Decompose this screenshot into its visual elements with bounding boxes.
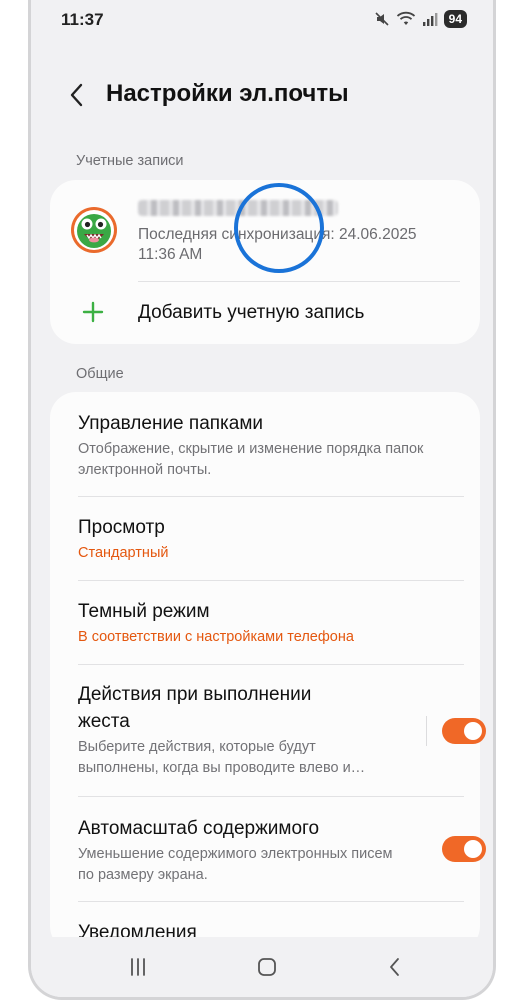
setting-subtitle: Отображение, скрытие и изменение порядка… [78,441,424,478]
page-title: Настройки эл.почты [106,80,349,107]
phone-screen: 11:37 94 Настройки эл.почты Учетные запи… [28,0,496,1000]
toggle-knob [464,840,482,858]
auto-fit-item[interactable]: Автомасштаб содержимого Уменьшение содер… [50,797,486,901]
status-icons: 94 [374,10,467,28]
back-icon[interactable] [381,953,409,981]
app-header: Настройки эл.почты [31,70,493,120]
swipe-actions-item[interactable]: Действия при выполнении жеста Выберите д… [50,665,486,797]
battery-icon: 94 [443,10,467,28]
plus-icon [82,301,104,323]
add-account-label: Добавить учетную запись [138,302,365,323]
dark-mode-item[interactable]: Темный режим В соответствии с настройкам… [50,581,480,665]
general-card: Управление папками Отображение, скрытие … [50,392,486,952]
vertical-separator [426,716,427,746]
setting-value: В соответствии с настройками телефона [78,629,354,645]
chevron-left-icon[interactable] [63,80,93,110]
navigation-bar [31,937,493,997]
home-icon[interactable] [253,953,281,981]
setting-value: Стандартный [78,545,169,561]
wifi-icon [396,11,416,27]
setting-title: Просмотр [78,517,165,538]
setting-title: Управление папками [78,413,264,434]
toggle-knob [464,722,482,740]
folder-management-item[interactable]: Управление папками Отображение, скрытие … [50,392,480,496]
general-section-label: Общие [76,366,124,382]
auto-fit-toggle[interactable] [442,836,486,862]
accounts-card: ██████████████ Последняя синхронизация: … [50,180,480,344]
setting-title: Действия при выполнении жеста [78,684,312,732]
add-account-button[interactable]: Добавить учетную запись [50,282,480,344]
avatar [70,206,118,254]
view-item[interactable]: Просмотр Стандартный [50,497,480,581]
status-bar: 11:37 94 [31,0,493,40]
accounts-section-label: Учетные записи [76,153,184,169]
signal-icon [422,11,438,27]
setting-subtitle: Уменьшение содержимого электронных писем… [78,846,393,883]
setting-subtitle: Выберите действия, которые будут выполне… [78,739,366,776]
setting-title: Автомасштаб содержимого [78,818,320,839]
setting-title: Темный режим [78,601,210,622]
account-row[interactable]: ██████████████ Последняя синхронизация: … [50,180,480,280]
highlight-annotation-circle [234,183,324,273]
recents-icon[interactable] [124,953,152,981]
swipe-actions-toggle[interactable] [442,718,486,744]
mute-icon [374,11,390,27]
status-time: 11:37 [61,10,104,29]
